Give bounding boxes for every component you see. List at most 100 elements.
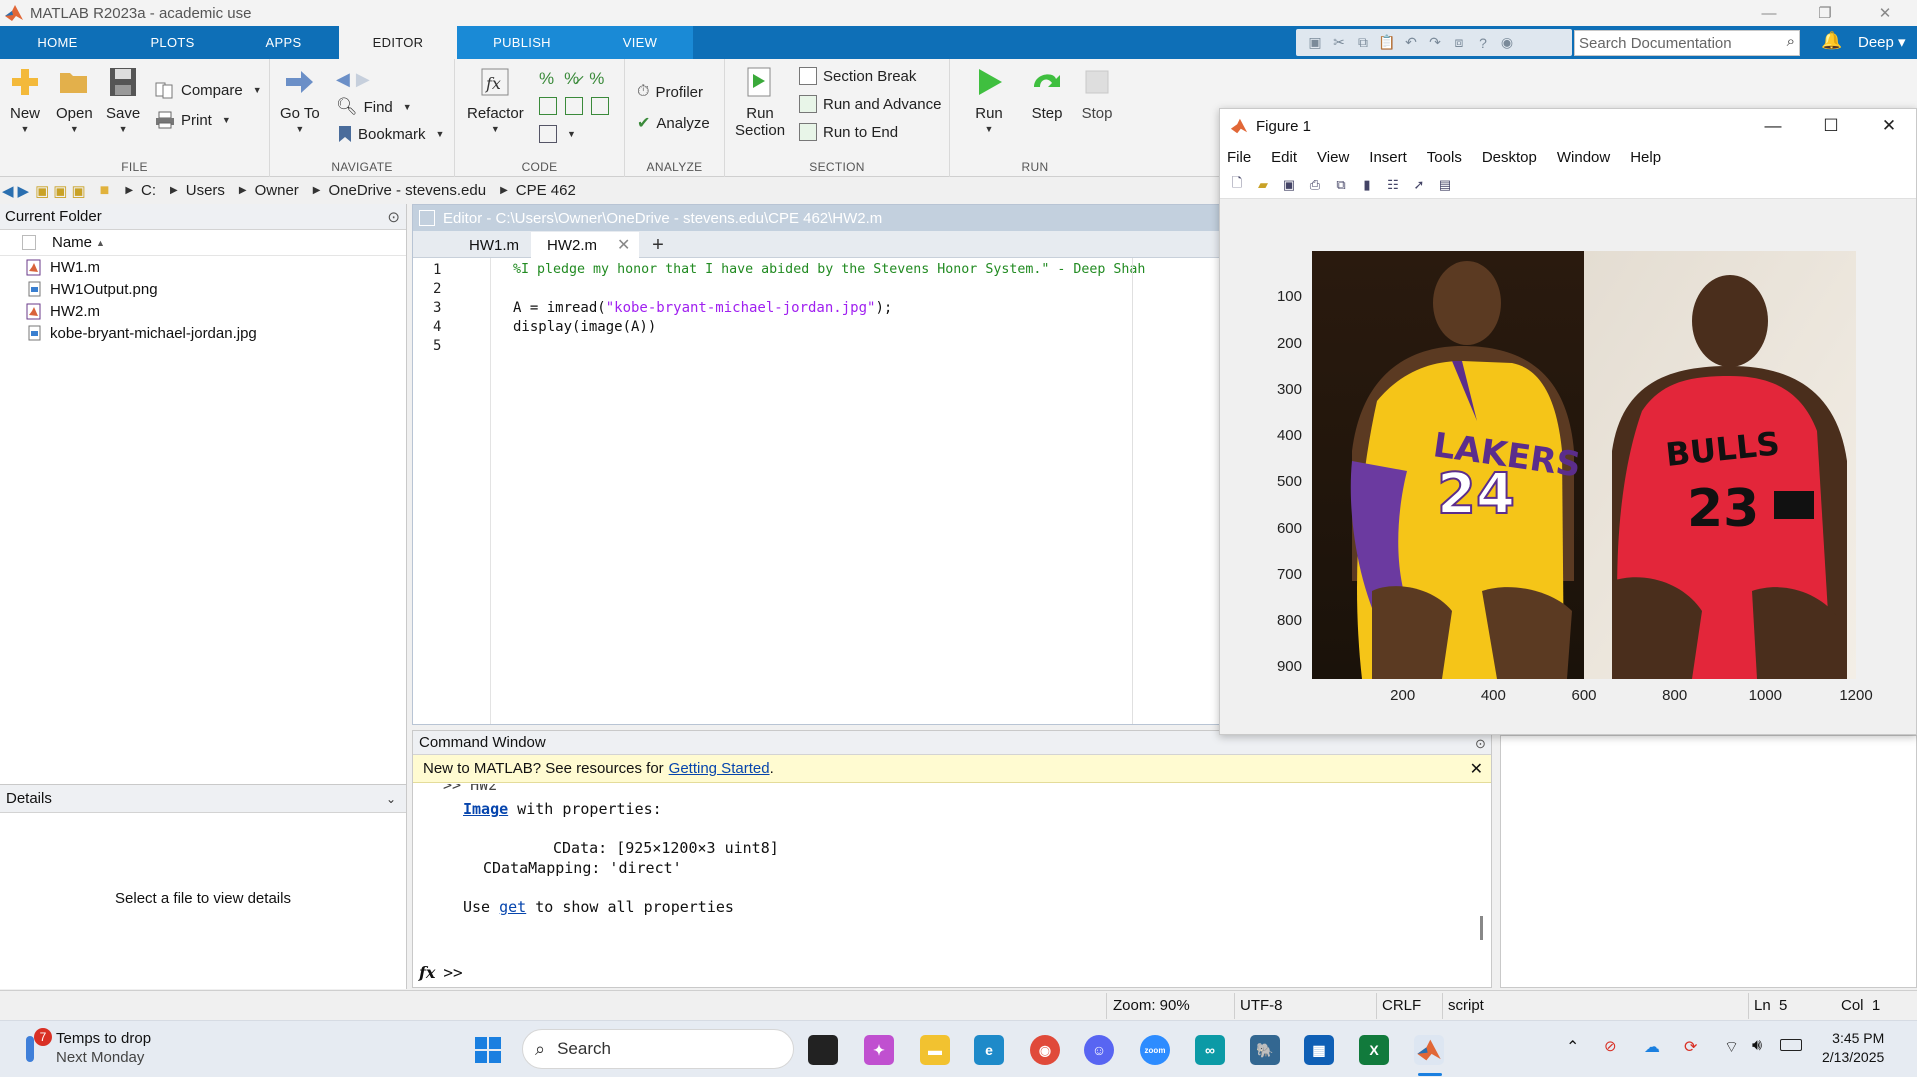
menu-desktop[interactable]: Desktop (1482, 149, 1537, 166)
outdent-icon[interactable] (591, 97, 609, 115)
comment-tools[interactable]: % %̷% (539, 69, 604, 89)
image-axes[interactable]: LAKERS 24 BULLS 23 (1312, 251, 1856, 679)
chrome-icon[interactable]: ◉ (1030, 1035, 1060, 1065)
forward-arrow-icon[interactable]: ▶ (18, 182, 30, 200)
wrap-comments-icon[interactable]: % (589, 69, 604, 89)
user-menu[interactable]: Deep ▾ (1858, 33, 1906, 51)
open-button[interactable]: Open ▼ (56, 65, 93, 134)
list-item[interactable]: HW1.m (0, 256, 406, 278)
breadcrumb-drive[interactable]: C: (141, 182, 156, 199)
chevron-up-icon[interactable]: ⌃ (1566, 1037, 1579, 1057)
indent-icon[interactable] (565, 97, 583, 115)
save-button[interactable]: Save ▼ (106, 65, 140, 134)
list-item[interactable]: HW2.m (0, 300, 406, 322)
tab-plots[interactable]: PLOTS (115, 26, 230, 59)
print-figure-icon[interactable]: ⎙ (1304, 175, 1326, 195)
get-link[interactable]: get (499, 898, 526, 916)
up-folder-icon[interactable]: ▣ (35, 182, 49, 200)
matlab-taskbar-icon[interactable] (1414, 1035, 1444, 1065)
back-arrow-icon[interactable]: ◀ (336, 69, 350, 90)
breadcrumb-users[interactable]: Users (186, 182, 225, 199)
copy-icon[interactable]: ⧉ (1354, 34, 1372, 51)
zoom-icon[interactable]: zoom (1140, 1035, 1170, 1065)
wifi-icon[interactable]: ⌔ (1724, 1037, 1739, 1057)
compare-button[interactable]: Compare ▼ (155, 81, 262, 99)
tab-view[interactable]: VIEW (587, 26, 693, 59)
close-icon[interactable]: ✕ (1862, 0, 1908, 26)
edit-plot-arrow-icon[interactable]: ➚ (1408, 175, 1430, 195)
search-documentation-input[interactable]: Search Documentation ⌕ (1574, 30, 1800, 56)
taskbar-search-box[interactable]: ⌕ Search (522, 1029, 794, 1069)
profiler-button[interactable]: ⏱ Profiler (637, 83, 703, 101)
back-arrow-icon[interactable]: ◀ (2, 182, 14, 200)
arduino-icon[interactable]: ∞ (1195, 1035, 1225, 1065)
code-area[interactable]: 1 2 3 4 5 %I pledge my honor that I have… (413, 258, 1221, 724)
close-tab-icon[interactable]: ✕ (617, 235, 630, 255)
help-icon[interactable]: ? (1474, 35, 1492, 51)
details-header[interactable]: Details ⌄ (0, 785, 406, 813)
file-explorer-icon[interactable]: ▬ (920, 1035, 950, 1065)
command-input[interactable]: fx >> (419, 963, 463, 982)
community-icon[interactable]: ◉ (1498, 34, 1516, 51)
postgres-icon[interactable]: 🐘 (1250, 1035, 1280, 1065)
run-section-button[interactable]: Run Section (735, 65, 785, 139)
list-item[interactable]: kobe-bryant-michael-jordan.jpg (0, 322, 406, 344)
analyze-button[interactable]: ✔ Analyze (637, 113, 710, 133)
battery-icon[interactable] (1780, 1039, 1802, 1051)
run-button[interactable]: Run ▼ (972, 65, 1006, 134)
minimize-icon[interactable]: — (1744, 109, 1802, 143)
search-icon[interactable]: ⌕ (1787, 33, 1795, 50)
run-to-end-button[interactable]: Run to End (799, 123, 898, 141)
update-icon[interactable]: ⟳ (1684, 1037, 1697, 1057)
save-figure-icon[interactable]: ▣ (1278, 175, 1300, 195)
undo-icon[interactable]: ↶ (1402, 34, 1420, 51)
new-figure-icon[interactable]: 🗋 (1226, 175, 1248, 195)
section-break-button[interactable]: Section Break (799, 67, 916, 85)
panel-menu-icon[interactable]: ⊙ (387, 208, 400, 226)
menu-edit[interactable]: Edit (1271, 149, 1297, 166)
browse-folder-icon[interactable]: ▣ (53, 182, 67, 200)
new-button[interactable]: New ▼ (8, 65, 42, 134)
find-button[interactable]: 🔍︎ Find ▼ (336, 97, 412, 117)
store-icon[interactable]: ▦ (1304, 1035, 1334, 1065)
smart-indent-icon[interactable] (539, 97, 557, 115)
getting-started-link[interactable]: Getting Started (669, 760, 770, 777)
bookmark-button[interactable]: Bookmark ▼ (338, 125, 444, 143)
save-icon[interactable]: ▣ (1306, 34, 1324, 51)
refactor-button[interactable]: fx Refactor ▼ (467, 65, 524, 134)
onedrive-icon[interactable]: ☁ (1644, 1037, 1660, 1057)
sync-error-icon[interactable]: ⊘ (1604, 1037, 1617, 1055)
paste-icon[interactable]: 📋 (1378, 34, 1396, 51)
property-inspector-icon[interactable]: ▤ (1434, 175, 1456, 195)
tab-home[interactable]: HOME (0, 26, 115, 59)
edge-icon[interactable]: e (974, 1035, 1004, 1065)
browse-icon[interactable]: ▣ (71, 182, 85, 200)
windows-start-icon[interactable] (473, 1035, 503, 1065)
forward-arrow-icon[interactable]: ▶ (356, 69, 370, 90)
menu-insert[interactable]: Insert (1369, 149, 1407, 166)
tab-apps[interactable]: APPS (230, 26, 337, 59)
restore-icon[interactable]: ❐ (1802, 0, 1848, 26)
menu-file[interactable]: File (1227, 149, 1251, 166)
weather-widget[interactable]: 7 Temps to drop Next Monday (20, 1028, 151, 1067)
image-class-link[interactable]: Image (463, 800, 508, 818)
command-scrollbar[interactable] (1480, 916, 1483, 940)
menu-help[interactable]: Help (1630, 149, 1661, 166)
task-view-icon[interactable] (808, 1035, 838, 1065)
stop-button[interactable]: Stop (1080, 65, 1114, 122)
link-plot-icon[interactable]: ⧉ (1330, 175, 1352, 195)
step-button[interactable]: Step (1030, 65, 1064, 122)
breadcrumb-onedrive[interactable]: OneDrive - stevens.edu (329, 182, 487, 199)
back-forward-buttons[interactable]: ◀ ▶ (336, 69, 370, 90)
menu-view[interactable]: View (1317, 149, 1349, 166)
close-banner-icon[interactable]: ✕ (1470, 759, 1483, 779)
menu-tools[interactable]: Tools (1427, 149, 1462, 166)
new-tab-plus-icon[interactable]: + (638, 232, 678, 258)
uncomment-icon[interactable]: %̷ (564, 69, 579, 89)
comment-icon[interactable]: % (539, 69, 554, 89)
maximize-icon[interactable]: ☐ (1802, 109, 1860, 143)
menu-window[interactable]: Window (1557, 149, 1610, 166)
tab-publish[interactable]: PUBLISH (457, 26, 587, 59)
panel-menu-icon[interactable]: ⊙ (1475, 736, 1486, 752)
indent-tools[interactable] (539, 97, 609, 115)
